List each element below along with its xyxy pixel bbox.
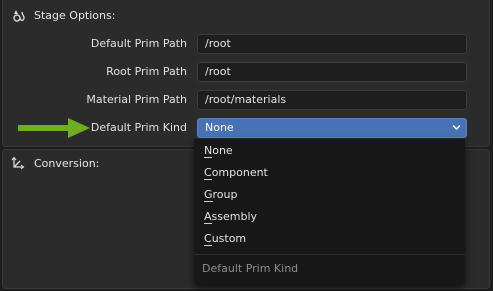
properties-editor: Stage Options: Default Prim Path /root R… — [0, 0, 493, 291]
menu-footer-title: Default Prim Kind — [202, 262, 299, 275]
stage-options-icon — [13, 9, 27, 23]
menu-item-custom-label: ustom — [211, 232, 247, 245]
stage-options-title: Stage Options: — [34, 9, 116, 22]
menu-item-assembly-label: ssembly — [211, 210, 258, 223]
green-arrow-icon — [18, 118, 90, 138]
menu-item-group[interactable]: Group — [194, 184, 465, 206]
default-prim-path-row: Default Prim Path /root — [3, 34, 489, 54]
prim-kind-menu: None Component Group Assembly Custom Def… — [194, 139, 465, 284]
conversion-axes-icon — [11, 156, 25, 170]
root-prim-path-label: Root Prim Path — [106, 65, 187, 78]
conversion-header[interactable]: Conversion: — [3, 150, 99, 176]
default-prim-path-field[interactable]: /root — [197, 34, 467, 54]
material-prim-path-row: Material Prim Path /root/materials — [3, 90, 489, 110]
menu-item-component-label: omponent — [211, 166, 268, 179]
default-prim-path-label: Default Prim Path — [90, 37, 187, 50]
menu-item-custom[interactable]: Custom — [194, 228, 465, 250]
default-prim-kind-dropdown[interactable]: None — [197, 118, 467, 138]
default-prim-kind-label: Default Prim Kind — [90, 121, 187, 134]
menu-item-none[interactable]: None — [194, 140, 465, 162]
default-prim-kind-value: None — [205, 121, 234, 134]
menu-item-group-label: roup — [212, 188, 238, 201]
root-prim-path-field[interactable]: /root — [197, 62, 467, 82]
menu-item-component-accel: C — [204, 166, 212, 180]
menu-item-none-accel: N — [204, 144, 213, 158]
chevron-down-icon — [452, 125, 461, 130]
menu-item-component[interactable]: Component — [194, 162, 465, 184]
menu-item-assembly[interactable]: Assembly — [194, 206, 465, 228]
menu-item-none-label: one — [212, 144, 233, 157]
stage-options-header[interactable]: Stage Options: — [3, 0, 489, 31]
menu-item-custom-accel: C — [204, 232, 212, 246]
root-prim-path-row: Root Prim Path /root — [3, 62, 489, 82]
material-prim-path-label: Material Prim Path — [86, 93, 187, 106]
menu-item-group-accel: G — [204, 188, 213, 202]
conversion-title: Conversion: — [34, 156, 100, 170]
menu-item-assembly-accel: A — [204, 210, 212, 224]
material-prim-path-field[interactable]: /root/materials — [197, 90, 467, 110]
menu-separator — [194, 254, 465, 255]
